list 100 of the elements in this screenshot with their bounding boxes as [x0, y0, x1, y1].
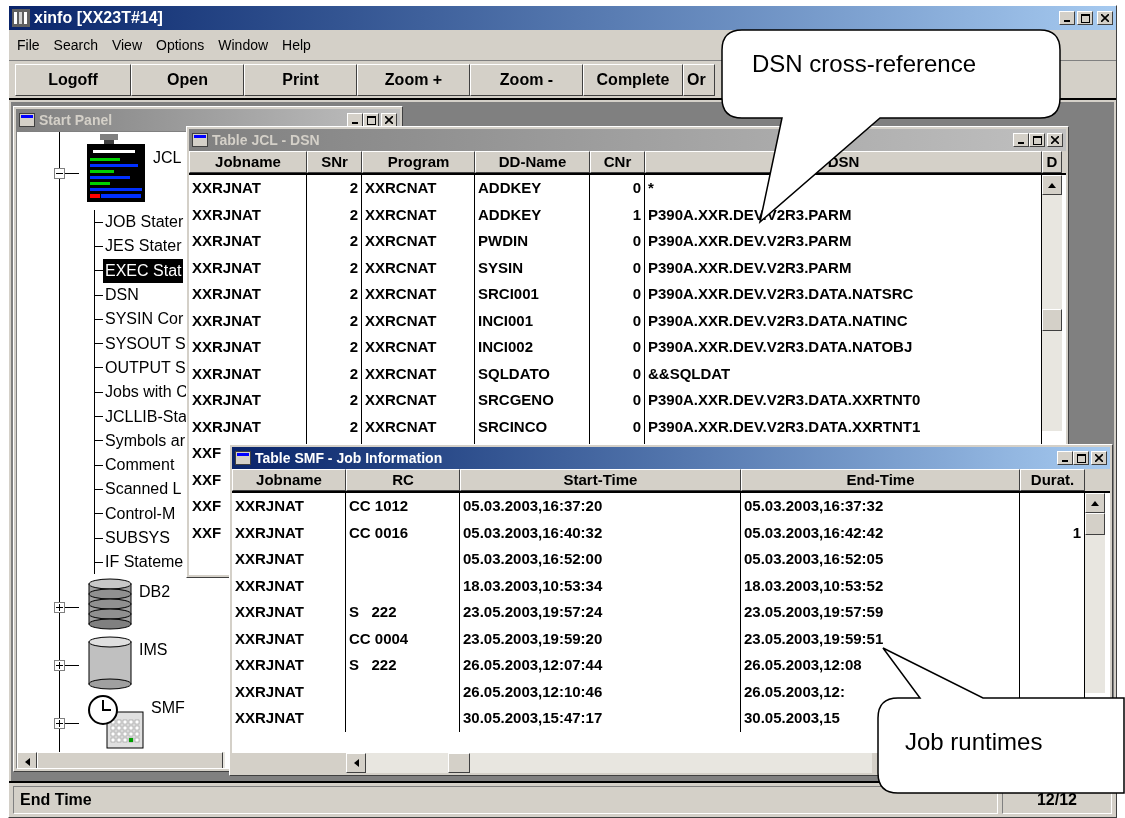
tree-item[interactable]: SYSIN Cor	[103, 307, 186, 332]
table-cell-text: SRCGENO	[477, 390, 555, 410]
close-icon	[1051, 136, 1059, 144]
table-cell-text: 18.03.2003,10:53:52	[743, 575, 885, 596]
menu-item[interactable]: Window	[218, 34, 269, 56]
close-button[interactable]	[1047, 133, 1063, 147]
table-cell-text: *	[647, 178, 655, 198]
expand-toggle[interactable]	[54, 717, 65, 729]
toolbar-button[interactable]: Zoom +	[357, 63, 470, 96]
table-cell-text: 2	[348, 204, 359, 225]
close-button[interactable]	[1091, 451, 1107, 465]
table-cell-text: XXRJNAT	[234, 496, 305, 516]
tree-item[interactable]: DSN	[103, 283, 141, 308]
menu-item[interactable]: Search	[53, 34, 98, 56]
table-cell-text: XXRCNAT	[364, 178, 438, 198]
table-cell-text: 23.05.2003,19:59:51	[743, 628, 885, 649]
table-cell-text: XXRJNAT	[234, 549, 305, 569]
tree-item[interactable]: EXEC Stat	[103, 258, 184, 283]
tree-item[interactable]: OUTPUT S	[103, 355, 188, 380]
toolbar-button[interactable]: Or	[683, 63, 715, 96]
close-button[interactable]	[1097, 11, 1113, 25]
maximize-button[interactable]	[1073, 451, 1089, 465]
scroll-up-button[interactable]	[1042, 175, 1062, 195]
table-cell-text: 2	[348, 257, 359, 278]
table-cell-text: XXRCNAT	[364, 390, 438, 410]
table-cell-text: SQLDATO	[477, 363, 551, 384]
column-header: Jobname	[189, 151, 307, 173]
table-cell-text: SYSIN	[477, 257, 524, 278]
table-cell-text: ADDKEY	[477, 204, 543, 225]
tree-item[interactable]: Comment	[103, 453, 177, 478]
maximize-icon	[1080, 13, 1090, 23]
menu-item[interactable]: Help	[282, 34, 311, 56]
minimize-button[interactable]	[1057, 451, 1073, 465]
table-cell-text: 2	[348, 337, 359, 357]
toolbar-button[interactable]: Print	[244, 63, 357, 96]
table-cell-text: XXRCNAT	[364, 231, 438, 251]
minimize-button[interactable]	[347, 113, 363, 127]
table-cell-text: XXRJNAT	[191, 284, 262, 304]
toolbar-button[interactable]: Zoom -	[470, 63, 583, 96]
table-cell-text: XXRJNAT	[191, 337, 262, 357]
tree-item[interactable]: Scanned L	[103, 477, 184, 502]
tree-item[interactable]: SYSOUT S	[103, 331, 188, 356]
tree-item[interactable]: Symbols ar	[103, 428, 188, 453]
scroll-left-button[interactable]	[346, 753, 366, 773]
table-cell-text: XXRJNAT	[234, 708, 305, 728]
collapse-toggle[interactable]	[54, 167, 65, 179]
menu-item[interactable]: Options	[156, 34, 205, 56]
maximize-icon	[1076, 453, 1086, 463]
table-cell-text: 1	[631, 204, 642, 225]
table-cell-text: XXRCNAT	[364, 204, 438, 225]
tree-item[interactable]: Control-M	[103, 501, 178, 526]
table-cell-text: XXRJNAT	[234, 628, 305, 649]
scrollbar-thumb[interactable]	[1085, 513, 1105, 535]
tree-item[interactable]: IF Stateme	[103, 550, 186, 575]
minimize-button[interactable]	[1013, 133, 1029, 147]
tree-item[interactable]: JCLLIB-Sta	[103, 404, 189, 429]
callout-text: DSN cross-reference	[752, 49, 977, 79]
minimize-button[interactable]	[1059, 11, 1075, 25]
tree-item[interactable]: JOB Stater	[103, 210, 186, 235]
column-header: CNr	[590, 151, 645, 173]
table-cell-text: 18.03.2003,10:53:34	[462, 575, 604, 596]
expand-toggle[interactable]	[54, 659, 65, 671]
scrollbar-thumb[interactable]	[1042, 309, 1062, 331]
close-icon	[385, 116, 393, 124]
expand-toggle[interactable]	[54, 601, 65, 613]
table-cell-text: XXRJNAT	[234, 522, 305, 543]
close-button[interactable]	[381, 113, 397, 127]
table-cell-text: XXRJNAT	[191, 257, 262, 278]
toolbar-button[interactable]: Logoff	[15, 63, 131, 96]
scroll-up-button[interactable]	[1085, 493, 1105, 513]
table-cell-text: 2	[348, 416, 359, 437]
table-cell-text: &&SQLDAT	[647, 363, 732, 384]
close-icon	[1095, 454, 1103, 462]
toolbar-button[interactable]: Open	[131, 63, 244, 96]
maximize-button[interactable]	[363, 113, 379, 127]
horizontal-scrollbar[interactable]	[232, 753, 872, 773]
column-header: Durat.	[1020, 469, 1085, 491]
tree-item[interactable]: SUBSYS	[103, 526, 172, 550]
maximize-button[interactable]	[1077, 11, 1093, 25]
maximize-button[interactable]	[1029, 133, 1045, 147]
tree-node-label[interactable]: JCL	[153, 146, 182, 170]
menu-item[interactable]: View	[111, 34, 142, 56]
table-cell-text: 0	[631, 337, 642, 357]
vertical-scrollbar[interactable]	[1042, 175, 1062, 431]
tree-node-label[interactable]: SMF	[151, 696, 185, 721]
tree-item[interactable]: JES Stater	[103, 234, 184, 259]
scroll-left-button[interactable]	[17, 752, 37, 768]
table-cell-text: 0	[631, 363, 642, 384]
table-cell-text: 2	[348, 231, 359, 251]
vertical-scrollbar[interactable]	[1085, 493, 1105, 693]
scrollbar-thumb[interactable]	[448, 753, 470, 773]
table-cell-text: 26.05.2003,12:08	[743, 655, 863, 675]
column-header: Start-Time	[460, 469, 741, 491]
tree-node-label[interactable]: DB2	[139, 580, 171, 605]
tree-node-label[interactable]: IMS	[139, 638, 168, 663]
menu-item[interactable]: File	[17, 34, 40, 56]
table-cell-text: P390A.XXR.DEV.V2R3.DATA.NATSRC	[647, 284, 915, 304]
toolbar-button[interactable]: Complete	[583, 63, 683, 96]
table-cell-text: XXRJNAT	[191, 178, 262, 198]
table-cell-text: 0	[631, 231, 642, 251]
